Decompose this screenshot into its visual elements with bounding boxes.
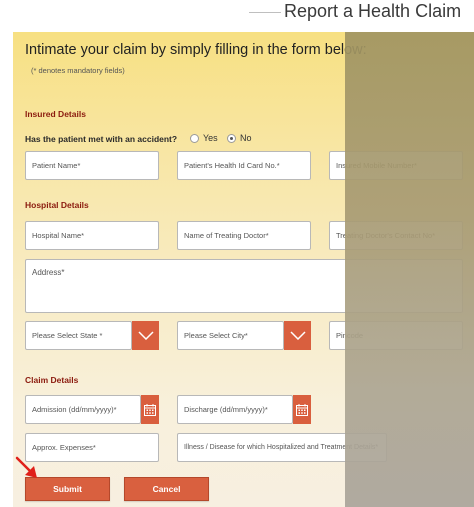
chevron-down-icon <box>289 331 306 340</box>
chevron-down-icon <box>137 331 154 340</box>
red-arrow-icon <box>15 456 37 478</box>
accident-yes-label: Yes <box>203 133 218 143</box>
calendar-icon <box>296 403 308 416</box>
illness-details-input[interactable]: Illness / Disease for which Hospitalized… <box>177 433 387 462</box>
doctor-name-input[interactable]: Name of Treating Doctor* <box>177 221 311 250</box>
admission-date-input[interactable]: Admission (dd/mm/yyyy)* <box>25 395 141 424</box>
accident-no-option[interactable]: No <box>227 133 252 143</box>
address-textarea[interactable]: Address* <box>25 259 463 313</box>
state-select[interactable]: Please Select State * <box>25 321 132 350</box>
discharge-calendar-button[interactable] <box>293 395 311 424</box>
accident-question: Has the patient met with an accident? <box>25 134 178 144</box>
expenses-placeholder: Approx. Expenses* <box>32 443 96 452</box>
claim-details-heading: Claim Details <box>25 375 79 385</box>
hospital-name-input[interactable]: Hospital Name* <box>25 221 159 250</box>
form-intro: Intimate your claim by simply filling in… <box>25 42 367 58</box>
cancel-button[interactable]: Cancel <box>124 477 209 501</box>
admission-calendar-button[interactable] <box>141 395 159 424</box>
health-id-placeholder: Patient's Health Id Card No.* <box>184 161 280 170</box>
mandatory-note: (* denotes mandatory fields) <box>31 66 125 75</box>
insured-details-heading: Insured Details <box>25 109 86 119</box>
address-placeholder: Address* <box>32 268 65 277</box>
patient-name-placeholder: Patient Name* <box>32 161 81 170</box>
insured-mobile-placeholder: Insured Mobile Number* <box>336 161 417 170</box>
title-rule <box>249 12 281 13</box>
patient-name-input[interactable]: Patient Name* <box>25 151 159 180</box>
expenses-input[interactable]: Approx. Expenses* <box>25 433 159 462</box>
accident-no-label: No <box>240 133 252 143</box>
page-title: Report a Health Claim <box>284 1 462 21</box>
discharge-date-placeholder: Discharge (dd/mm/yyyy)* <box>184 405 268 414</box>
illness-details-placeholder: Illness / Disease for which Hospitalized… <box>184 444 379 451</box>
accident-yes-radio[interactable] <box>190 133 199 143</box>
accident-yes-option[interactable]: Yes <box>190 133 218 143</box>
state-dropdown-button[interactable] <box>132 321 159 350</box>
calendar-icon <box>144 403 156 416</box>
admission-date-placeholder: Admission (dd/mm/yyyy)* <box>32 405 117 414</box>
city-placeholder: Please Select City* <box>184 331 248 340</box>
pincode-placeholder: Pincode <box>336 331 364 340</box>
doctor-contact-placeholder: Treating Doctor's Contact No* <box>336 231 436 240</box>
insured-mobile-input[interactable]: Insured Mobile Number* <box>329 151 463 180</box>
accident-no-radio[interactable] <box>227 133 236 143</box>
discharge-date-input[interactable]: Discharge (dd/mm/yyyy)* <box>177 395 293 424</box>
state-placeholder: Please Select State * <box>32 331 103 340</box>
city-select[interactable]: Please Select City* <box>177 321 284 350</box>
pincode-input[interactable]: Pincode <box>329 321 463 350</box>
hospital-details-heading: Hospital Details <box>25 200 89 210</box>
hospital-name-placeholder: Hospital Name* <box>32 231 85 240</box>
doctor-name-placeholder: Name of Treating Doctor* <box>184 231 269 240</box>
health-id-input[interactable]: Patient's Health Id Card No.* <box>177 151 311 180</box>
city-dropdown-button[interactable] <box>284 321 311 350</box>
doctor-contact-input[interactable]: Treating Doctor's Contact No* <box>329 221 463 250</box>
